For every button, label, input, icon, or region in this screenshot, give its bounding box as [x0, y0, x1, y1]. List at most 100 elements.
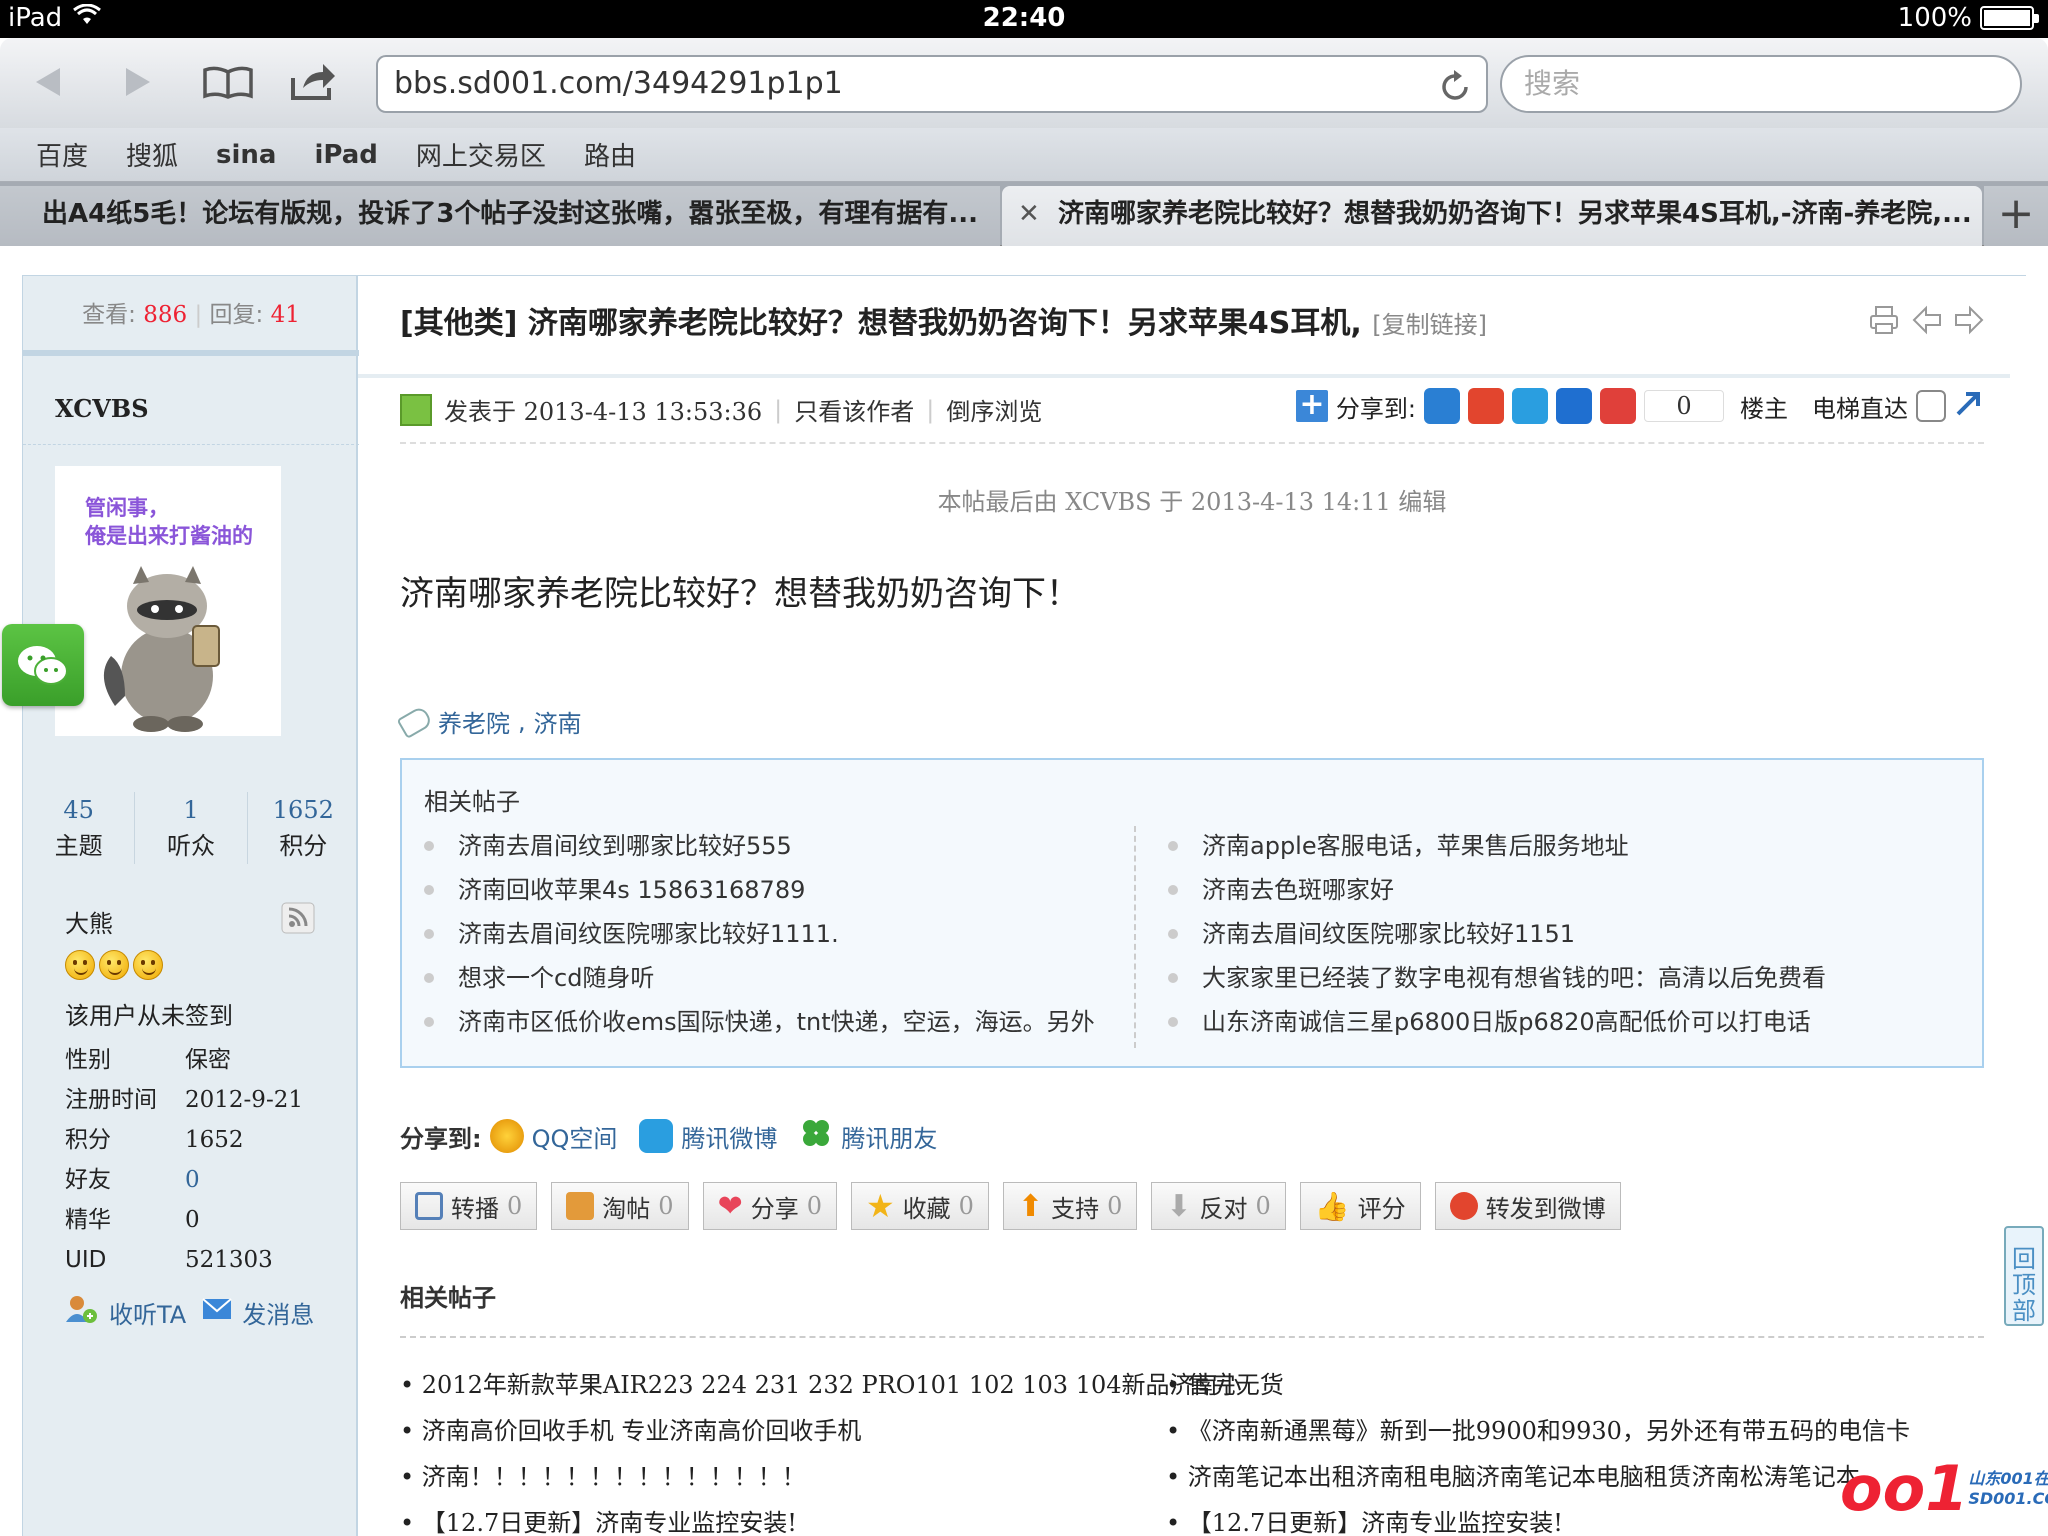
jump-arrow-icon[interactable]: [1954, 388, 1984, 424]
list-item[interactable]: 山东济南诚信三星p6800日版p6820高配低价可以打电话: [1146, 1000, 1826, 1044]
support-button[interactable]: ⬆ 支持 0: [1002, 1182, 1138, 1230]
tab-active[interactable]: ✕ 济南哪家养老院比较好？想替我奶奶咨询下！另求苹果4S耳机,-济南-养老院,.…: [1002, 186, 1982, 246]
reload-icon[interactable]: [1440, 67, 1472, 121]
count-followers[interactable]: 1 听众: [135, 792, 248, 864]
divider: [1134, 826, 1136, 1048]
only-author-link[interactable]: 只看该作者: [794, 392, 914, 427]
status-bar: iPad 22:40 100%: [0, 0, 2048, 38]
share-qzone-link[interactable]: QQ空间: [532, 1119, 618, 1154]
author-name[interactable]: XCVBS: [55, 394, 149, 423]
tag-link[interactable]: 养老院: [438, 704, 510, 739]
share-button[interactable]: ❤ 分享 0: [702, 1182, 837, 1230]
list-item[interactable]: • 济南！！！！！！！！！！！！！！: [400, 1454, 1242, 1500]
divider: [358, 374, 2010, 378]
list-item[interactable]: 济南市区低价收ems国际快递，tnt快递，空运，海运。另外: [402, 1000, 1095, 1044]
forward-to-weibo-button[interactable]: 转发到微博: [1434, 1182, 1621, 1230]
back-to-top-button[interactable]: 回顶部: [2004, 1226, 2044, 1326]
divider: [400, 442, 1984, 444]
weibo-icon[interactable]: [1468, 388, 1504, 424]
bookmark-baidu[interactable]: 百度: [36, 136, 88, 173]
qzone-icon[interactable]: [1424, 388, 1460, 424]
renren-icon[interactable]: [1556, 388, 1592, 424]
thumbs-up-icon: 👍: [1314, 1189, 1350, 1223]
bookmarks-bar: 百度 搜狐 sina iPad 网上交易区 路由: [0, 128, 2048, 182]
wechat-share-button[interactable]: [2, 624, 84, 706]
list-item[interactable]: 大家家里已经装了数字电视有想省钱的吧：高清以后免费看: [1146, 956, 1826, 1000]
rss-icon[interactable]: [281, 902, 315, 934]
collect-thread-button[interactable]: 淘帖 0: [551, 1182, 689, 1230]
list-item[interactable]: • 《济南新通黑莓》新到一批9900和9930，另外还有带五码的电信卡: [1166, 1408, 1910, 1454]
list-item[interactable]: 济南去眉间纹医院哪家比较好1111.: [402, 912, 1095, 956]
list-item[interactable]: • 2012年新款苹果AIR223 224 231 232 PRO101 102…: [400, 1362, 1242, 1408]
count-threads[interactable]: 45 主题: [23, 792, 136, 864]
elevator-floor-input[interactable]: [1916, 390, 1946, 422]
thread-title: [其他类] 济南哪家养老院比较好？想替我奶奶咨询下！另求苹果4S耳机, [复制链…: [400, 298, 1487, 342]
kaixin-icon[interactable]: [1600, 388, 1636, 424]
prev-thread-icon[interactable]: [1912, 304, 1942, 340]
avatar[interactable]: 管闲事， 俺是出来打酱油的: [55, 466, 281, 736]
bookmark-sina[interactable]: sina: [216, 140, 276, 170]
follow-icon: [65, 1294, 99, 1330]
bookmark-sohu[interactable]: 搜狐: [126, 136, 178, 173]
share-button[interactable]: [284, 56, 344, 108]
share-pengyou-link[interactable]: 腾讯朋友: [841, 1119, 937, 1154]
list-item[interactable]: • 济南笔记本出租济南租电脑济南笔记本电脑租赁济南松涛笔记本: [1166, 1454, 1910, 1500]
repost-button[interactable]: 转播 0: [400, 1182, 538, 1230]
clover-icon: [799, 1116, 833, 1156]
site-watermark: oo1 山东001在线 SD001.COM: [1840, 1452, 2048, 1525]
divider: [400, 1336, 1984, 1338]
tag-icon: [396, 704, 434, 739]
list-item[interactable]: • 济南高价回收手机 专业济南高价回收手机: [400, 1408, 1242, 1454]
message-link[interactable]: 发消息: [242, 1295, 314, 1330]
list-item[interactable]: 济南回收苹果4s 15863168789: [402, 868, 1095, 912]
clock: 22:40: [982, 3, 1066, 33]
edit-note: 本帖最后由 XCVBS 于 2013-4-13 14:11 编辑: [937, 488, 1447, 516]
related-threads-title: 相关帖子: [400, 1284, 496, 1312]
bookmarks-button[interactable]: [198, 56, 258, 108]
thread-category[interactable]: [其他类]: [400, 306, 517, 341]
reverse-order-link[interactable]: 倒序浏览: [946, 392, 1042, 427]
friends-count-link[interactable]: 0: [185, 1160, 200, 1200]
list-item[interactable]: • 售完无货: [1166, 1362, 1910, 1408]
list-item[interactable]: • 【12.7日更新】济南专业监控安装!: [1166, 1500, 1910, 1536]
tag-link[interactable]: 济南: [534, 704, 582, 739]
book-icon: [203, 66, 253, 99]
user-counts: 45 主题 1 听众 1652 积分: [23, 792, 359, 864]
back-arrow-icon: [36, 68, 60, 96]
list-item[interactable]: 济南去眉间纹医院哪家比较好1151: [1146, 912, 1826, 956]
back-button[interactable]: [18, 56, 78, 108]
copy-link-button[interactable]: [复制链接]: [1372, 311, 1487, 339]
tab-inactive[interactable]: 出A4纸5毛！论坛有版规，投诉了3个帖子没封这张嘴，嚣张至极，有理有据有...: [0, 186, 1000, 246]
search-input[interactable]: 搜索: [1500, 55, 2022, 113]
print-icon[interactable]: [1868, 304, 1900, 340]
share-arrow-icon: [291, 64, 335, 100]
address-bar[interactable]: bbs.sd001.com/3494291p1p1: [376, 55, 1488, 113]
bookmark-router[interactable]: 路由: [584, 136, 636, 173]
bookmark-trade-zone[interactable]: 网上交易区: [416, 136, 546, 173]
list-item[interactable]: 济南去眉间纹到哪家比较好555: [402, 824, 1095, 868]
list-item[interactable]: 想求一个cd随身听: [402, 956, 1095, 1000]
plus-icon[interactable]: +: [1295, 390, 1328, 422]
battery-percent: 100%: [1897, 3, 1972, 33]
new-tab-button[interactable]: +: [1984, 186, 2048, 246]
list-item[interactable]: 济南去色斑哪家好: [1146, 868, 1826, 912]
related-list-right: 济南apple客服电话，苹果售后服务地址 济南去色斑哪家好 济南去眉间纹医院哪家…: [1146, 824, 1826, 1044]
list-item[interactable]: 济南apple客服电话，苹果售后服务地址: [1146, 824, 1826, 868]
follow-link[interactable]: 收听TA: [109, 1295, 186, 1330]
share-tweibo-link[interactable]: 腾讯微博: [681, 1119, 777, 1154]
user-rank: 大熊: [65, 910, 113, 938]
bookmark-ipad[interactable]: iPad: [314, 140, 377, 170]
forward-button[interactable]: [108, 56, 168, 108]
replies-label: 回复:: [209, 302, 264, 328]
envelope-icon: [202, 1298, 232, 1326]
author-actions: 收听TA 发消息: [65, 1294, 314, 1330]
tencent-weibo-icon[interactable]: [1512, 388, 1548, 424]
favorite-button[interactable]: ★ 收藏 0: [850, 1182, 989, 1230]
next-thread-icon[interactable]: [1954, 304, 1984, 340]
list-item[interactable]: • 【12.7日更新】济南专业监控安装!: [400, 1500, 1242, 1536]
rate-button[interactable]: 👍 评分: [1299, 1182, 1421, 1230]
count-points[interactable]: 1652 积分: [248, 792, 359, 864]
close-tab-icon[interactable]: ✕: [1018, 186, 1040, 242]
oppose-button[interactable]: ⬇ 反对 0: [1151, 1182, 1286, 1230]
down-arrow-icon: ⬇: [1166, 1188, 1192, 1224]
